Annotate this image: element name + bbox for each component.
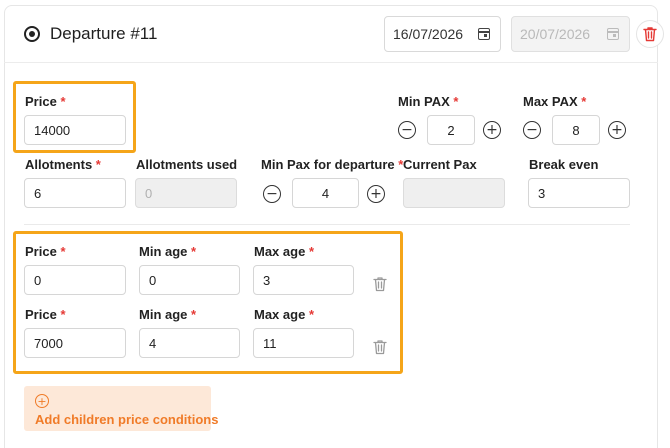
price-label: Price * xyxy=(25,94,66,109)
delete-departure-button[interactable] xyxy=(636,20,664,48)
max-pax-label: Max PAX * xyxy=(523,94,587,109)
section-divider xyxy=(24,224,630,225)
trash-icon xyxy=(373,340,387,355)
min-pax-input[interactable]: 2 xyxy=(427,115,475,145)
break-even-input[interactable]: 3 xyxy=(528,178,630,208)
child-min-age-input[interactable]: 4 xyxy=(139,328,240,358)
radio-selected-icon[interactable] xyxy=(24,26,40,42)
child-max-age-label: Max age * xyxy=(254,307,314,322)
child-price-input[interactable]: 7000 xyxy=(24,328,126,358)
allotments-used-label: Allotments used xyxy=(136,157,238,172)
current-pax-label: Current Pax xyxy=(403,157,477,172)
min-pax-departure-increment-button[interactable]: + xyxy=(367,185,385,203)
price-input[interactable]: 14000 xyxy=(24,115,126,145)
child-price-input[interactable]: 0 xyxy=(24,265,126,295)
trash-icon xyxy=(643,27,657,42)
min-pax-departure-decrement-button[interactable]: − xyxy=(263,185,281,203)
allotments-label: Allotments * xyxy=(25,157,101,172)
min-pax-departure-input[interactable]: 4 xyxy=(292,178,359,208)
min-pax-label: Min PAX * xyxy=(398,94,459,109)
child-max-age-label: Max age * xyxy=(254,244,314,259)
plus-circle-icon: + xyxy=(35,394,49,408)
child-price-label: Price * xyxy=(25,307,66,322)
delete-child-condition-button[interactable] xyxy=(373,276,387,297)
start-date-value: 16/07/2026 xyxy=(393,26,464,42)
child-min-age-input[interactable]: 0 xyxy=(139,265,240,295)
departure-card xyxy=(4,5,658,448)
allotments-used-input: 0 xyxy=(135,178,237,208)
start-date-field[interactable]: 16/07/2026 xyxy=(384,16,501,52)
max-pax-increment-button[interactable]: + xyxy=(608,121,626,139)
delete-child-condition-button[interactable] xyxy=(373,339,387,360)
child-max-age-input[interactable]: 3 xyxy=(253,265,354,295)
departure-title: Departure #11 xyxy=(50,24,158,43)
add-children-conditions-label: Add children price conditions xyxy=(35,412,219,427)
max-pax-input[interactable]: 8 xyxy=(552,115,600,145)
min-pax-departure-label: Min Pax for departure * xyxy=(261,157,404,172)
calendar-icon[interactable] xyxy=(478,28,490,40)
end-date-field: 20/07/2026 xyxy=(511,16,630,52)
current-pax-input xyxy=(403,178,505,208)
child-price-label: Price * xyxy=(25,244,66,259)
child-min-age-label: Min age * xyxy=(139,307,197,322)
min-pax-decrement-button[interactable]: − xyxy=(398,121,416,139)
child-max-age-input[interactable]: 11 xyxy=(253,328,354,358)
max-pax-decrement-button[interactable]: − xyxy=(523,121,541,139)
header-divider xyxy=(4,62,658,63)
break-even-label: Break even xyxy=(529,157,599,172)
child-min-age-label: Min age * xyxy=(139,244,197,259)
departure-header: Departure #11 xyxy=(24,24,157,44)
trash-icon xyxy=(373,277,387,292)
allotments-input[interactable]: 6 xyxy=(24,178,126,208)
end-date-value: 20/07/2026 xyxy=(520,26,591,42)
min-pax-increment-button[interactable]: + xyxy=(483,121,501,139)
calendar-icon xyxy=(607,28,619,40)
